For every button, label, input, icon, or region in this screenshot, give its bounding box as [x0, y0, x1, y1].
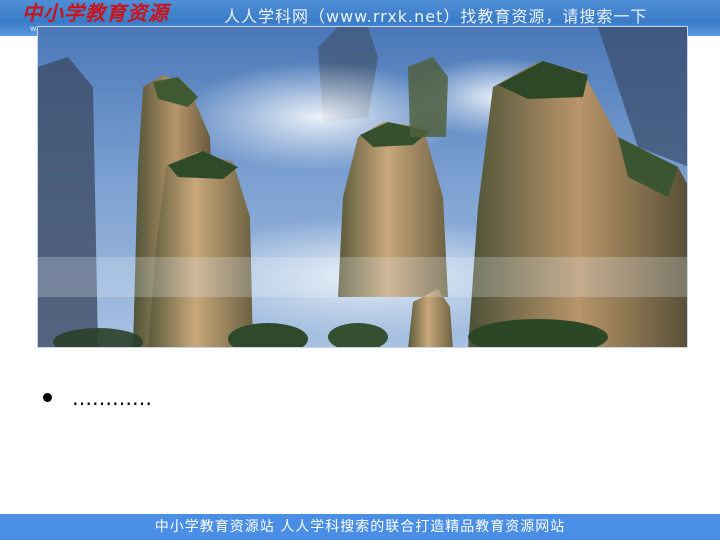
bullet-list: ………… [40, 384, 152, 412]
mountain-landscape-image [37, 26, 688, 348]
slide: 中小学教育资源 www 人人学科网（www.rrxk.net）找教育资源，请搜索… [0, 0, 720, 540]
list-item-text: ………… [72, 386, 152, 410]
footer-bar: 中小学教育资源站 人人学科搜索的联合打造精品教育资源网站 [0, 514, 720, 540]
footer-text[interactable]: 中小学教育资源站 人人学科搜索的联合打造精品教育资源网站 [155, 519, 565, 535]
bullet-dot-icon [43, 393, 52, 402]
site-logo[interactable]: 中小学教育资源 [22, 0, 169, 26]
list-item: ………… [40, 384, 152, 412]
